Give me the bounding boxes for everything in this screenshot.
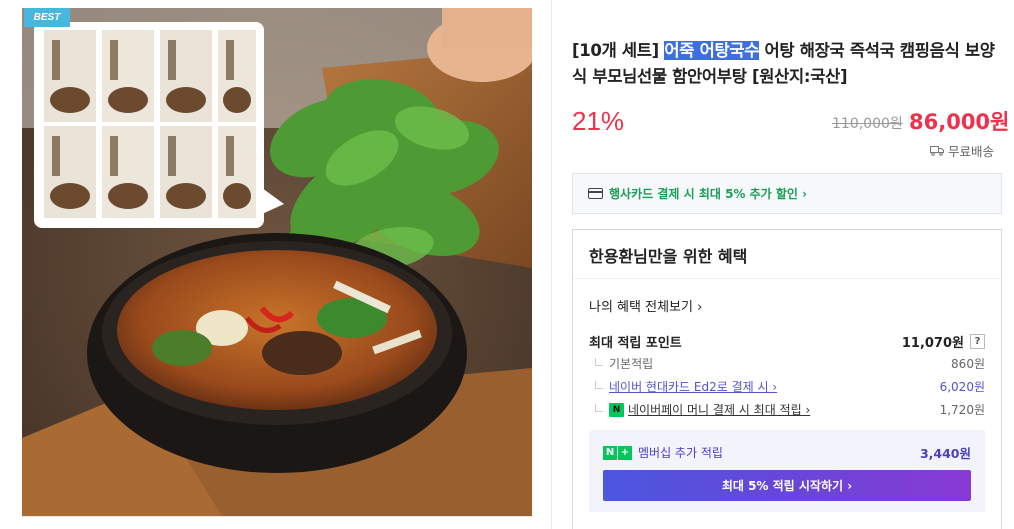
column-divider xyxy=(551,0,552,529)
nplus-icon: N + xyxy=(603,445,632,460)
card-points-link[interactable]: 네이버 현대카드 Ed2로 결제 시 › xyxy=(609,378,777,395)
card-discount-banner[interactable]: 행사카드 결제 시 최대 5% 추가 할인 › xyxy=(572,173,1002,214)
sale-price: 86,000원 xyxy=(909,110,1010,134)
truck-icon xyxy=(930,146,944,156)
points-row-value: 860원 xyxy=(951,357,985,371)
points-row-basic: 기본적립 860원 xyxy=(595,355,985,372)
membership-value: 3,440원 xyxy=(919,446,971,461)
left-margin xyxy=(0,0,22,529)
benefit-title: 한용환님만을 위한 혜택 xyxy=(589,247,748,266)
title-prefix: [10개 세트] xyxy=(572,41,665,60)
npay-icon: N xyxy=(609,402,624,417)
max-points-value: 11,070원 xyxy=(901,336,964,351)
card-banner-text: 행사카드 결제 시 최대 5% 추가 할인 › xyxy=(609,187,808,201)
points-row-npay: N 네이버페이 머니 결제 시 최대 적립 › 1,720원 xyxy=(595,401,985,418)
product-title: [10개 세트] 어죽 어탕국수 어탕 해장국 즉석국 캠핑음식 보양식 부모님… xyxy=(572,38,1004,90)
title-highlight: 어죽 어탕국수 xyxy=(664,41,760,60)
max-points-row: 최대 적립 포인트 11,070원 ? xyxy=(589,332,985,351)
product-photo xyxy=(22,8,532,516)
points-row-label: 기본적립 xyxy=(609,357,654,371)
tree-elbow-icon xyxy=(595,357,603,366)
points-row-value: 1,720원 xyxy=(939,403,985,417)
best-badge: BEST xyxy=(24,8,70,27)
tree-elbow-icon xyxy=(595,403,603,412)
divider xyxy=(573,278,1001,279)
membership-row: N + 멤버십 추가 적립 3,440원 xyxy=(603,443,971,462)
membership-start-button[interactable]: 최대 5% 적립 시작하기 › xyxy=(603,470,971,501)
image-footer xyxy=(22,516,532,529)
tree-elbow-icon xyxy=(595,380,603,389)
points-row-value: 6,020원 xyxy=(939,380,985,394)
question-icon[interactable]: ? xyxy=(970,334,985,349)
membership-box: N + 멤버십 추가 적립 3,440원 최대 5% 적립 시작하기 › xyxy=(589,430,985,512)
original-price: 110,000원 xyxy=(832,116,903,132)
product-image[interactable] xyxy=(22,8,532,516)
shipping-info: 무료배송 xyxy=(930,141,994,160)
shipping-label: 무료배송 xyxy=(948,144,995,159)
max-points-label: 최대 적립 포인트 xyxy=(589,336,682,351)
npay-points-link[interactable]: 네이버페이 머니 결제 시 최대 적립 › xyxy=(628,401,810,418)
membership-label: 멤버십 추가 적립 xyxy=(638,446,723,460)
discount-rate: 21% xyxy=(572,106,625,136)
my-benefits-link[interactable]: 나의 혜택 전체보기 › xyxy=(589,296,702,315)
points-row-card: 네이버 현대카드 Ed2로 결제 시 › 6,020원 xyxy=(595,378,985,395)
card-icon xyxy=(588,188,603,199)
benefit-panel: 한용환님만을 위한 혜택 나의 혜택 전체보기 › 최대 적립 포인트 11,0… xyxy=(572,229,1002,529)
